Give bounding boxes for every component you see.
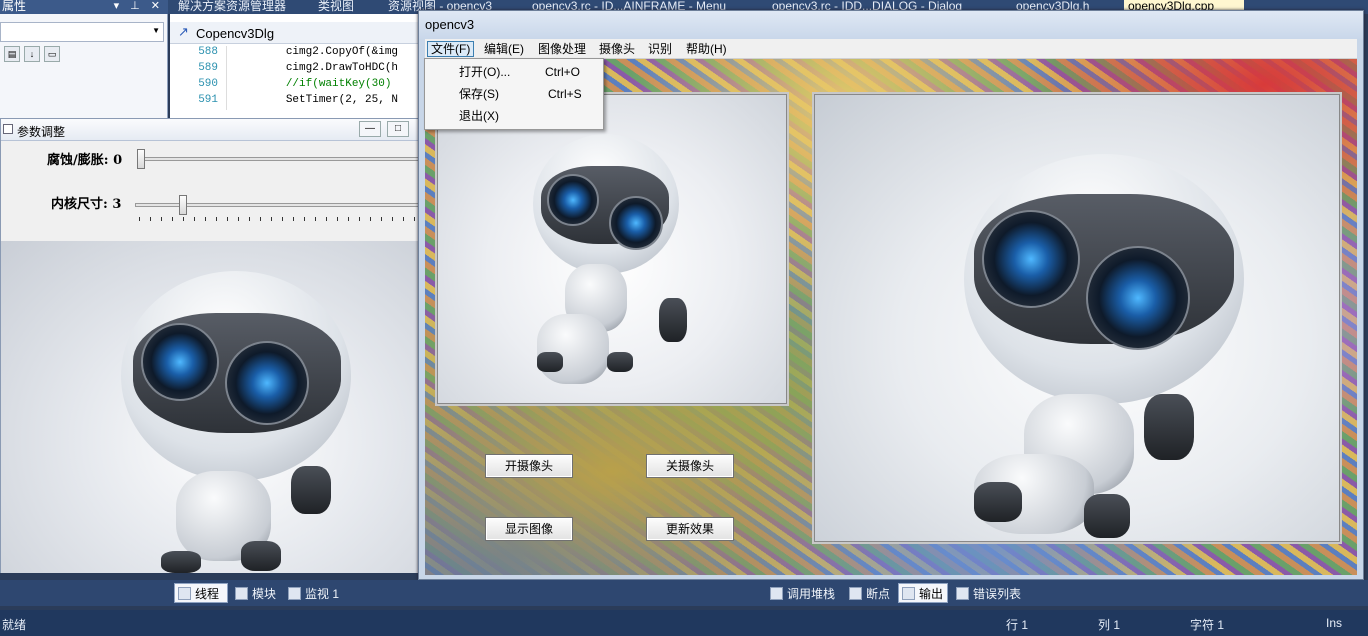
properties-toolbar: ▤ ↓ ▭ <box>4 46 84 64</box>
menu-camera[interactable]: 摄像头 <box>596 41 638 57</box>
code-line[interactable]: 588 cimg2.CopyOf(&img <box>170 46 420 62</box>
param-adjust-window: 参数调整 — □ 腐蚀/膨胀: 0 内核尺寸: 3 <box>0 118 421 573</box>
erode-dilate-track[interactable] <box>137 157 421 161</box>
status-col: 列 1 <box>1098 618 1121 632</box>
maximize-icon[interactable]: □ <box>387 121 409 137</box>
minimize-icon[interactable]: — <box>359 121 381 137</box>
line-number: 591 <box>198 94 218 106</box>
editor-scope-bar[interactable]: ↗ Copencv3Dlg <box>170 22 420 44</box>
tab-watch-1[interactable]: 监视 1 <box>285 584 347 604</box>
tab-call-stack-label: 调用堆栈 <box>787 587 836 601</box>
panel-pin-close-icons[interactable]: ▾ ⊥ ✕ <box>114 0 164 12</box>
code-text: cimg2.CopyOf(&img <box>285 46 399 58</box>
tab-output[interactable]: 输出 <box>898 583 948 603</box>
menu-image-processing[interactable]: 图像处理 <box>535 41 589 57</box>
opencv3-titlebar[interactable]: opencv3 <box>419 11 1363 39</box>
status-ready: 就绪 <box>2 618 27 632</box>
chevron-down-icon: ▼ <box>152 26 160 35</box>
kernel-size-ticks <box>139 217 421 221</box>
editor-scope-label: Copencv3Dlg <box>196 26 275 41</box>
kernel-size-thumb[interactable] <box>179 195 187 215</box>
tab-modules-label: 模块 <box>252 587 277 601</box>
line-number: 590 <box>198 78 218 90</box>
kernel-size-track[interactable] <box>135 203 421 207</box>
code-line[interactable]: 591 SetTimer(2, 25, N <box>170 94 420 110</box>
tab-watch-label: 监视 1 <box>305 587 340 601</box>
properties-title-text: 属性 <box>2 0 27 13</box>
menu-open-shortcut: Ctrl+O <box>545 65 581 79</box>
code-text: SetTimer(2, 25, N <box>285 94 399 106</box>
erode-dilate-label: 腐蚀/膨胀: 0 <box>47 153 123 168</box>
watch-icon <box>288 587 301 600</box>
tab-threads-label: 线程 <box>195 587 220 601</box>
error-list-icon <box>956 587 969 600</box>
modules-icon <box>235 587 248 600</box>
menu-exit-item[interactable]: 退出(X) <box>459 106 499 126</box>
property-pages-icon[interactable]: ▭ <box>44 46 60 62</box>
code-line[interactable]: 589 cimg2.DrawToHDC(h <box>170 62 420 78</box>
menu-recognize[interactable]: 识别 <box>645 41 675 57</box>
open-camera-button[interactable]: 开摄像头 <box>485 454 573 478</box>
status-insert-mode: Ins <box>1326 616 1343 630</box>
output-icon <box>902 587 915 600</box>
status-char: 字符 1 <box>1190 618 1225 632</box>
code-line[interactable]: 590 //if(waitKey(30) <box>170 78 420 94</box>
menu-open-item[interactable]: 打开(O)... <box>459 62 510 82</box>
param-window-titlebar[interactable]: 参数调整 — □ <box>1 119 421 141</box>
status-bar: 就绪 行 1 列 1 字符 1 Ins <box>0 610 1368 636</box>
call-stack-icon <box>770 587 783 600</box>
tab-breakpoints-label: 断点 <box>866 587 891 601</box>
kernel-size-label: 内核尺寸: 3 <box>51 197 122 212</box>
window-icon <box>3 124 13 134</box>
opencv3-window-title: opencv3 <box>425 17 475 32</box>
update-effect-button[interactable]: 更新效果 <box>646 517 734 541</box>
erode-dilate-thumb[interactable] <box>137 149 145 169</box>
menu-bar: 文件(F) 编辑(E) 图像处理 摄像头 识别 帮助(H) <box>425 39 1357 59</box>
processed-preview-image <box>1 241 419 573</box>
line-number: 588 <box>198 46 218 58</box>
status-row: 行 1 <box>1006 618 1029 632</box>
line-number: 589 <box>198 62 218 74</box>
breakpoint-icon <box>849 587 862 600</box>
properties-object-select[interactable]: ▼ <box>0 22 164 42</box>
tab-solution-explorer[interactable]: 解决方案资源管理器 <box>178 0 308 14</box>
tab-error-list[interactable]: 错误列表 <box>953 584 1029 604</box>
menu-save-shortcut: Ctrl+S <box>548 87 582 101</box>
param-window-title: 参数调整 <box>17 125 66 139</box>
tab-class-view[interactable]: 类视图 <box>318 0 378 14</box>
properties-panel-title: 属性 ▾ ⊥ ✕ <box>0 0 168 14</box>
tab-modules[interactable]: 模块 <box>232 584 282 604</box>
categorized-icon[interactable]: ▤ <box>4 46 20 62</box>
tab-output-label: 输出 <box>919 587 944 601</box>
sort-alpha-icon[interactable]: ↓ <box>24 46 40 62</box>
threads-icon <box>178 587 191 600</box>
tab-breakpoints[interactable]: 断点 <box>846 584 894 604</box>
tab-threads[interactable]: 线程 <box>174 583 228 603</box>
show-image-button[interactable]: 显示图像 <box>485 517 573 541</box>
menu-save-item[interactable]: 保存(S) <box>459 84 499 104</box>
processed-image-view <box>812 92 1342 544</box>
tab-error-list-label: 错误列表 <box>973 587 1022 601</box>
source-image-view <box>435 92 789 406</box>
menu-edit[interactable]: 编辑(E) <box>481 41 527 57</box>
menu-help[interactable]: 帮助(H) <box>683 41 730 57</box>
class-scope-icon: ↗ <box>178 24 189 39</box>
code-text: cimg2.DrawToHDC(h <box>285 62 399 74</box>
tab-call-stack[interactable]: 调用堆栈 <box>767 584 841 604</box>
file-dropdown-menu: 打开(O)... Ctrl+O 保存(S) Ctrl+S 退出(X) <box>424 58 604 130</box>
close-camera-button[interactable]: 关摄像头 <box>646 454 734 478</box>
menu-file[interactable]: 文件(F) <box>427 41 475 57</box>
code-comment: //if(waitKey(30) <box>285 78 392 90</box>
